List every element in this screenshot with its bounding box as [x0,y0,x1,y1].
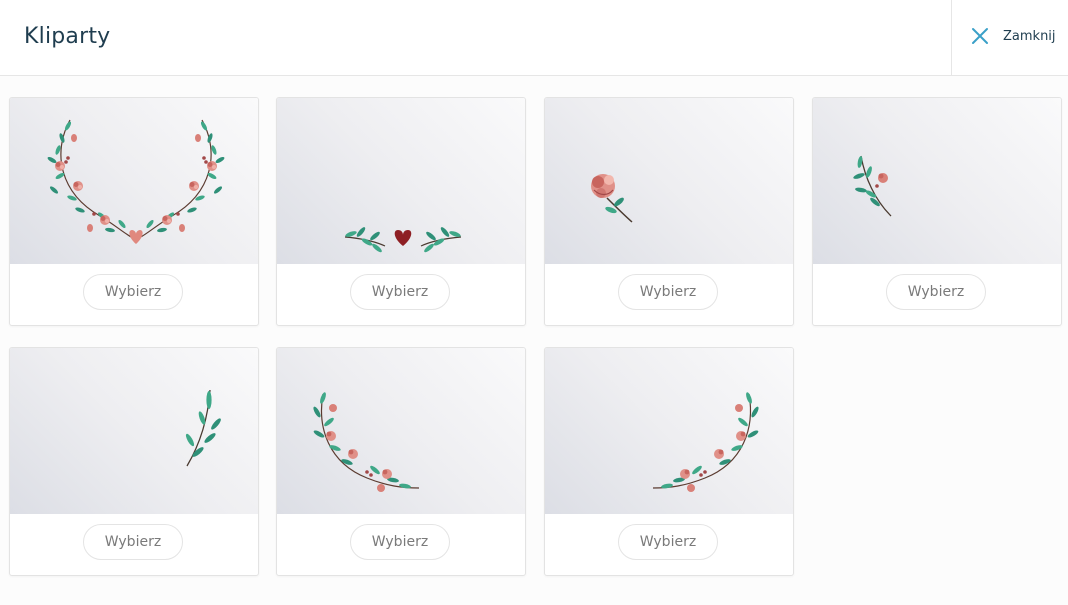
clipart-grid: Wybierz Wybierz Wybierz Wybierz Wybierz … [0,0,1068,605]
select-button[interactable]: Wybierz [350,274,450,310]
clipart-card[interactable]: Wybierz [9,97,259,326]
clipart-card[interactable]: Wybierz [276,97,526,326]
clipart-card[interactable]: Wybierz [544,347,794,576]
select-button[interactable]: Wybierz [350,524,450,560]
select-button[interactable]: Wybierz [886,274,986,310]
single-flower-clipart[interactable] [545,98,793,264]
right-corner-wreath-clipart[interactable] [545,348,793,514]
select-button[interactable]: Wybierz [618,524,718,560]
clipart-card[interactable]: Wybierz [9,347,259,576]
flower-sprig-clipart[interactable] [813,98,1061,264]
select-button[interactable]: Wybierz [83,274,183,310]
floral-wreath-clipart[interactable] [10,98,258,264]
clipart-card[interactable]: Wybierz [276,347,526,576]
clipart-card[interactable]: Wybierz [544,97,794,326]
select-button[interactable]: Wybierz [83,524,183,560]
clipart-card[interactable]: Wybierz [812,97,1062,326]
left-corner-wreath-clipart[interactable] [277,348,525,514]
select-button[interactable]: Wybierz [618,274,718,310]
leaves-heart-clipart[interactable] [277,98,525,264]
leaf-branch-clipart[interactable] [10,348,258,514]
